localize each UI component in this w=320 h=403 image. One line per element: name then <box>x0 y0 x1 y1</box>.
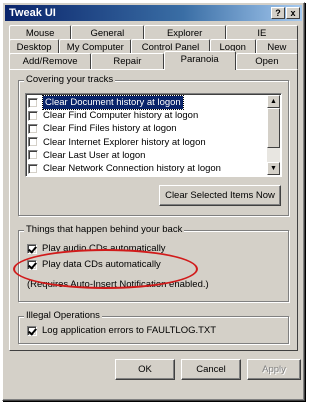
ok-button[interactable]: OK <box>115 359 175 380</box>
data-cd-checkbox[interactable] <box>27 259 37 270</box>
list-scrollbar[interactable]: ▲ ▼ <box>267 95 280 175</box>
list-item-label: Clear Internet Explorer history at logon <box>43 136 206 148</box>
tab-open[interactable]: Open <box>235 53 298 69</box>
scroll-down-icon[interactable]: ▼ <box>267 162 280 175</box>
checkbox[interactable] <box>28 123 38 134</box>
tab-add-remove[interactable]: Add/Remove <box>9 53 92 69</box>
list-item-label: Clear Network Connection history at logo… <box>43 163 221 175</box>
list-item[interactable]: Clear Internet Explorer history at logon <box>28 136 266 149</box>
data-cd-option[interactable]: Play data CDs automatically <box>27 259 161 270</box>
audio-cd-option[interactable]: Play audio CDs automatically <box>27 243 166 254</box>
illegal-group-title: Illegal Operations <box>24 310 102 321</box>
tab-paranoia[interactable]: Paranoia <box>163 51 236 70</box>
checkbox[interactable] <box>28 97 38 108</box>
log-errors-checkbox[interactable] <box>27 325 37 336</box>
close-button[interactable]: x <box>286 7 300 19</box>
checkbox[interactable] <box>28 137 38 148</box>
list-item-label: Clear Find Computer history at logon <box>43 110 199 122</box>
tab-row-3: Add/Remove Repair Paranoia Open <box>9 51 298 70</box>
log-errors-option[interactable]: Log application errors to FAULTLOG.TXT <box>27 325 216 336</box>
checkbox[interactable] <box>28 110 38 121</box>
auto-insert-note: (Requires Auto-Insert Notification enabl… <box>27 279 209 290</box>
cancel-button[interactable]: Cancel <box>181 359 241 380</box>
scroll-up-icon[interactable]: ▲ <box>267 95 280 108</box>
behind-group-title: Things that happen behind your back <box>24 224 185 235</box>
window-title: Tweak UI <box>9 7 56 19</box>
checkbox[interactable] <box>28 150 38 161</box>
help-button[interactable]: ? <box>271 7 285 19</box>
tracks-group-title: Covering your tracks <box>24 74 116 85</box>
apply-button[interactable]: Apply <box>247 359 301 380</box>
log-errors-label: Log application errors to FAULTLOG.TXT <box>42 325 217 336</box>
list-item-label: Clear Last User at logon <box>43 149 146 161</box>
paranoia-page: Covering your tracks Clear Document hist… <box>9 69 298 351</box>
tracks-list[interactable]: Clear Document history at logon Clear Fi… <box>25 93 282 177</box>
tweak-ui-window: Tweak UI ? x Mouse General Explorer IE D… <box>2 2 305 401</box>
tracks-group: Covering your tracks Clear Document hist… <box>18 74 289 216</box>
data-cd-label: Play data CDs automatically <box>42 259 161 270</box>
list-item[interactable]: Clear Document history at logon <box>28 95 266 111</box>
list-item[interactable]: Clear Find Files history at logon <box>28 122 266 135</box>
list-item[interactable]: Clear Last User at logon <box>28 149 266 162</box>
title-bar[interactable]: Tweak UI ? x <box>5 5 302 21</box>
audio-cd-checkbox[interactable] <box>27 243 37 254</box>
list-item-label: Clear Find Files history at logon <box>43 123 177 135</box>
behind-group: Things that happen behind your back Play… <box>18 224 289 302</box>
tab-repair[interactable]: Repair <box>91 53 164 69</box>
list-item[interactable]: Clear Network Connection history at logo… <box>28 162 266 175</box>
illegal-group: Illegal Operations Log application error… <box>18 310 289 344</box>
scroll-thumb[interactable] <box>267 108 280 148</box>
checkbox[interactable] <box>28 163 38 174</box>
list-item[interactable]: Clear Find Computer history at logon <box>28 109 266 122</box>
clear-selected-items-button[interactable]: Clear Selected Items Now <box>159 185 281 206</box>
audio-cd-label: Play audio CDs automatically <box>42 243 166 254</box>
list-item-label: Clear Document history at logon <box>42 95 184 111</box>
